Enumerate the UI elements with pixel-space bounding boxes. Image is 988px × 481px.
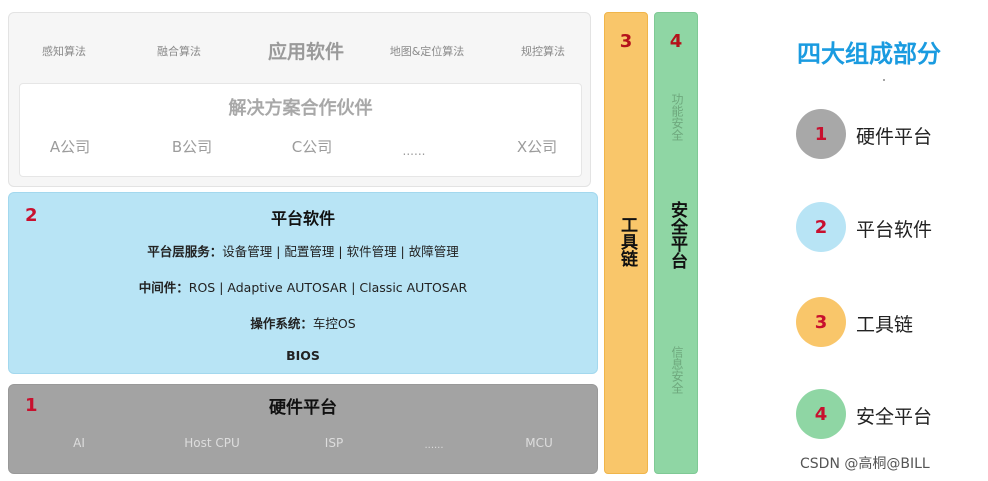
- middleware-label: 中间件：: [138, 280, 189, 295]
- middleware-value: ROS | Adaptive AUTOSAR | Classic AUTOSAR: [188, 280, 468, 295]
- functional-safety-label: 功能安全: [670, 93, 684, 141]
- safety-platform-label: 安全平台: [667, 201, 687, 269]
- hw-item-isp: ISP: [324, 436, 344, 450]
- legend-title: 四大组成部分: [797, 40, 941, 68]
- services-value: 设备管理 | 配置管理 | 软件管理 | 故障管理: [222, 244, 459, 259]
- legend-label-safety: 安全平台: [856, 406, 933, 428]
- legend-item-safety: 4 安全平台: [796, 389, 986, 439]
- safety-number: 4: [669, 31, 683, 52]
- hw-item-ellipsis: ......: [424, 440, 444, 451]
- hw-item-mcu: MCU: [525, 436, 553, 450]
- legend-circle-1: 1: [796, 109, 846, 159]
- hardware-platform-layer: 1 硬件平台 AI Host CPU ISP ...... MCU: [8, 384, 598, 474]
- hardware-title: 硬件平台: [269, 398, 337, 418]
- info-security-label: 信息安全: [670, 346, 684, 394]
- decorative-dot: [883, 79, 885, 81]
- partner-ellipsis: ......: [402, 144, 426, 158]
- legend-item-toolchain: 3 工具链: [796, 297, 986, 347]
- partner-a: A公司: [49, 138, 91, 156]
- legend-label-platform: 平台软件: [856, 219, 933, 241]
- legend-circle-3: 3: [796, 297, 846, 347]
- partner-c: C公司: [291, 138, 333, 156]
- os-label: 操作系统：: [250, 316, 313, 331]
- legend-circle-2: 2: [796, 202, 846, 252]
- app-item-fusion: 融合算法: [157, 45, 201, 58]
- solution-partners-box: 解决方案合作伙伴 A公司 B公司 C公司 ...... X公司: [19, 83, 582, 177]
- legend-label-toolchain: 工具链: [856, 314, 914, 336]
- bios-label: BIOS: [286, 348, 320, 363]
- partner-b: B公司: [171, 138, 213, 156]
- app-layer-title: 应用软件: [267, 41, 345, 63]
- app-items-row: 感知算法 融合算法 应用软件 地图&定位算法 规控算法: [9, 41, 590, 79]
- services-label: 平台层服务：: [147, 244, 223, 259]
- app-item-perception: 感知算法: [42, 45, 86, 58]
- watermark: CSDN @高桐@BILL: [800, 456, 930, 472]
- os-value: 车控OS: [312, 316, 356, 331]
- toolchain-column: 3 工具链: [604, 12, 648, 474]
- toolchain-label: 工具链: [617, 216, 637, 267]
- legend-label-hardware: 硬件平台: [856, 126, 933, 148]
- partners-title: 解决方案合作伙伴: [228, 98, 373, 119]
- safety-platform-column: 4 功能安全 安全平台 信息安全: [654, 12, 698, 474]
- os-line: 操作系统：车控OS: [9, 313, 597, 332]
- legend-item-hardware: 1 硬件平台: [796, 109, 986, 159]
- toolchain-number: 3: [619, 31, 633, 52]
- app-item-planning-control: 规控算法: [521, 45, 565, 58]
- middleware-line: 中间件：ROS | Adaptive AUTOSAR | Classic AUT…: [9, 277, 597, 296]
- platform-services-line: 平台层服务：设备管理 | 配置管理 | 软件管理 | 故障管理: [9, 241, 597, 260]
- legend-circle-4: 4: [796, 389, 846, 439]
- hw-item-host-cpu: Host CPU: [184, 436, 240, 450]
- application-layer: 感知算法 融合算法 应用软件 地图&定位算法 规控算法 解决方案合作伙伴 A公司…: [8, 12, 591, 187]
- hw-item-ai: AI: [73, 436, 85, 450]
- partner-x: X公司: [516, 138, 558, 156]
- legend-item-platform: 2 平台软件: [796, 202, 986, 252]
- platform-title: 平台软件: [270, 209, 335, 228]
- app-item-map-localization: 地图&定位算法: [389, 45, 465, 58]
- platform-software-layer: 2 平台软件 平台层服务：设备管理 | 配置管理 | 软件管理 | 故障管理 中…: [8, 192, 598, 374]
